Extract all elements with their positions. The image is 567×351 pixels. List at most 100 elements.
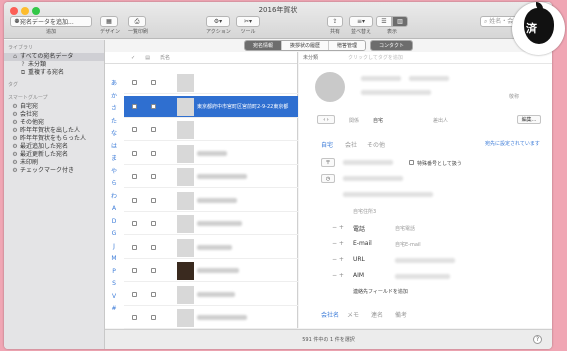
check-checkbox[interactable] [132, 244, 137, 250]
table-row[interactable] [124, 237, 298, 259]
index-letter[interactable]: わ [105, 191, 123, 204]
clock-button[interactable]: ◷ [321, 174, 335, 183]
segment-address-info[interactable]: 宛名情報 [244, 41, 282, 50]
table-row[interactable] [124, 143, 298, 165]
smart-group-item[interactable]: ⚙ 昨年年賀状を出した人 [4, 127, 104, 135]
design-button[interactable]: ▦ デザイン [100, 16, 120, 35]
add-menu[interactable]: ⚉ 宛名データを追加... 追加 [10, 16, 92, 35]
index-letter[interactable]: あ [105, 78, 123, 91]
phone-input[interactable]: 自宅電話 [395, 225, 415, 232]
add-remove-aim[interactable]: − + [332, 272, 344, 279]
help-button[interactable]: ? [533, 335, 542, 344]
check-checkbox[interactable] [132, 315, 137, 320]
tab-joint-names[interactable]: 連名 [371, 310, 383, 319]
index-letter[interactable]: か [105, 91, 123, 104]
table-row[interactable] [124, 119, 298, 141]
print-checkbox[interactable] [151, 174, 156, 179]
index-letter[interactable]: さ [105, 103, 123, 116]
print-checkbox[interactable] [151, 291, 156, 297]
smart-group-item[interactable]: ⚙ 自宅宛 [4, 103, 104, 111]
smart-group-item[interactable]: ⚙ 会社宛 [4, 111, 104, 119]
check-checkbox[interactable] [132, 291, 137, 297]
table-row[interactable] [124, 72, 298, 94]
index-letter[interactable]: S [105, 278, 123, 291]
index-letter[interactable]: な [105, 128, 123, 141]
smart-group-item[interactable]: ⚙ 未印刷 [4, 159, 104, 167]
print-checkbox[interactable] [151, 197, 156, 203]
segment-greeting-history[interactable]: 挨拶状の履歴 [281, 41, 329, 50]
tab-company-name[interactable]: 会社名 [321, 310, 339, 319]
table-row[interactable] [124, 307, 298, 329]
table-row[interactable] [124, 213, 298, 235]
check-checkbox[interactable] [132, 268, 137, 273]
table-row[interactable] [124, 284, 298, 306]
check-checkbox[interactable] [132, 80, 137, 85]
index-letter[interactable]: G [105, 228, 123, 241]
add-remove-phone[interactable]: − + [332, 224, 344, 231]
view-toggle[interactable]: ☰ ▥ 表示 [376, 16, 408, 35]
smart-group-item[interactable]: ⚙ その他宛 [4, 119, 104, 127]
index-letter[interactable]: は [105, 141, 123, 154]
print-checkbox[interactable] [151, 80, 156, 85]
print-checkbox[interactable] [151, 127, 156, 132]
relation-select[interactable]: 自宅 [373, 117, 383, 124]
table-row[interactable] [124, 260, 298, 282]
check-checkbox[interactable] [132, 174, 137, 179]
index-letter[interactable]: M [105, 253, 123, 266]
print-checkbox[interactable] [151, 150, 156, 156]
index-letter[interactable]: や [105, 166, 123, 179]
index-letter[interactable]: J [105, 241, 123, 254]
action-button[interactable]: ⚙▾ アクション [206, 16, 231, 35]
print-list-button[interactable]: ⎙ 一覧印刷 [128, 16, 148, 35]
nav-arrows[interactable]: ‹ › [317, 115, 335, 124]
postal-button[interactable]: 〒 [321, 158, 335, 167]
index-letter[interactable]: た [105, 116, 123, 129]
edit-button[interactable]: 編集... [517, 115, 541, 124]
print-checkbox[interactable] [151, 268, 156, 273]
smart-group-item[interactable]: ⚙ 最近更新した宛名 [4, 151, 104, 159]
smart-group-item[interactable]: ⚙ 最近追加した宛名 [4, 143, 104, 151]
add-remove-email[interactable]: − + [332, 240, 344, 247]
sidebar-item-uncategorized[interactable]: ? 未分類 [4, 61, 104, 69]
print-checkbox[interactable] [151, 315, 156, 320]
name-column-header[interactable]: 氏名 [160, 54, 170, 61]
index-letter[interactable]: # [105, 303, 123, 316]
contact-photo[interactable] [315, 72, 345, 102]
index-letter[interactable]: D [105, 216, 123, 229]
sidebar-item-duplicates[interactable]: ⧉ 重複する宛名 [4, 69, 104, 77]
index-letter[interactable]: P [105, 266, 123, 279]
tab-company[interactable]: 会社 [345, 140, 357, 149]
segment-contacts[interactable]: コンタクト [371, 41, 413, 50]
sidebar-item-all[interactable]: ⌂ すべての宛名データ [4, 53, 104, 61]
add-remove-url[interactable]: − + [332, 256, 344, 263]
table-row[interactable] [124, 190, 298, 212]
index-letter[interactable]: ら [105, 178, 123, 191]
share-button[interactable]: ⇪ 共有 [327, 16, 343, 35]
index-letter[interactable]: A [105, 203, 123, 216]
email-input[interactable]: 自宅E-mail [395, 241, 421, 248]
special-number-checkbox[interactable] [409, 160, 414, 165]
table-row[interactable] [124, 166, 298, 188]
add-contact-field-menu[interactable]: 連絡先フィールドを追加 [353, 288, 408, 295]
index-letter[interactable]: V [105, 291, 123, 304]
check-checkbox[interactable] [132, 103, 137, 109]
check-checkbox[interactable] [132, 150, 137, 156]
tab-notes[interactable]: 備考 [395, 310, 407, 319]
check-checkbox[interactable] [132, 221, 137, 226]
index-letter[interactable]: ま [105, 153, 123, 166]
smart-group-item[interactable]: ⚙ チェックマーク付き [4, 167, 104, 175]
check-checkbox[interactable] [132, 197, 137, 203]
print-checkbox[interactable] [151, 221, 156, 226]
tab-memo[interactable]: メモ [347, 310, 359, 319]
print-checkbox[interactable] [151, 244, 156, 250]
sort-button[interactable]: ≡▾ 並べ替え [349, 16, 373, 35]
home-address3[interactable]: 自宅住所3 [353, 208, 376, 215]
tab-home[interactable]: 自宅 [321, 140, 333, 149]
smart-group-item[interactable]: ⚙ 昨年年賀状をもらった人 [4, 135, 104, 143]
tag-input[interactable]: クリックしてタグを追加 [348, 54, 403, 61]
tab-other[interactable]: その他 [367, 140, 385, 149]
print-checkbox[interactable] [151, 103, 156, 109]
segment-gift-management[interactable]: 贈答管理 [329, 41, 366, 50]
tools-button[interactable]: ✂▾ ツール [236, 16, 260, 35]
check-checkbox[interactable] [132, 127, 137, 132]
